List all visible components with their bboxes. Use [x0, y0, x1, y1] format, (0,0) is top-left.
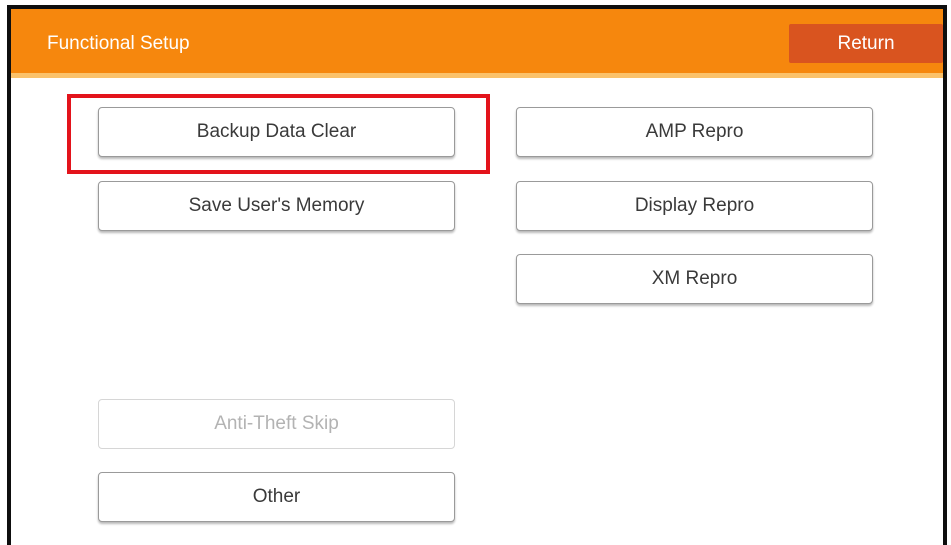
return-button[interactable]: Return	[789, 24, 943, 63]
xm-repro-button[interactable]: XM Repro	[516, 254, 873, 304]
header-bar: Functional Setup Return	[11, 9, 943, 78]
other-button[interactable]: Other	[98, 472, 455, 522]
save-users-memory-button[interactable]: Save User's Memory	[98, 181, 455, 231]
backup-data-clear-button[interactable]: Backup Data Clear	[98, 107, 455, 157]
amp-repro-button[interactable]: AMP Repro	[516, 107, 873, 157]
anti-theft-skip-button: Anti-Theft Skip	[98, 399, 455, 449]
functional-setup-screen: Functional Setup Return Backup Data Clea…	[7, 5, 947, 545]
page-title: Functional Setup	[47, 33, 190, 54]
display-repro-button[interactable]: Display Repro	[516, 181, 873, 231]
